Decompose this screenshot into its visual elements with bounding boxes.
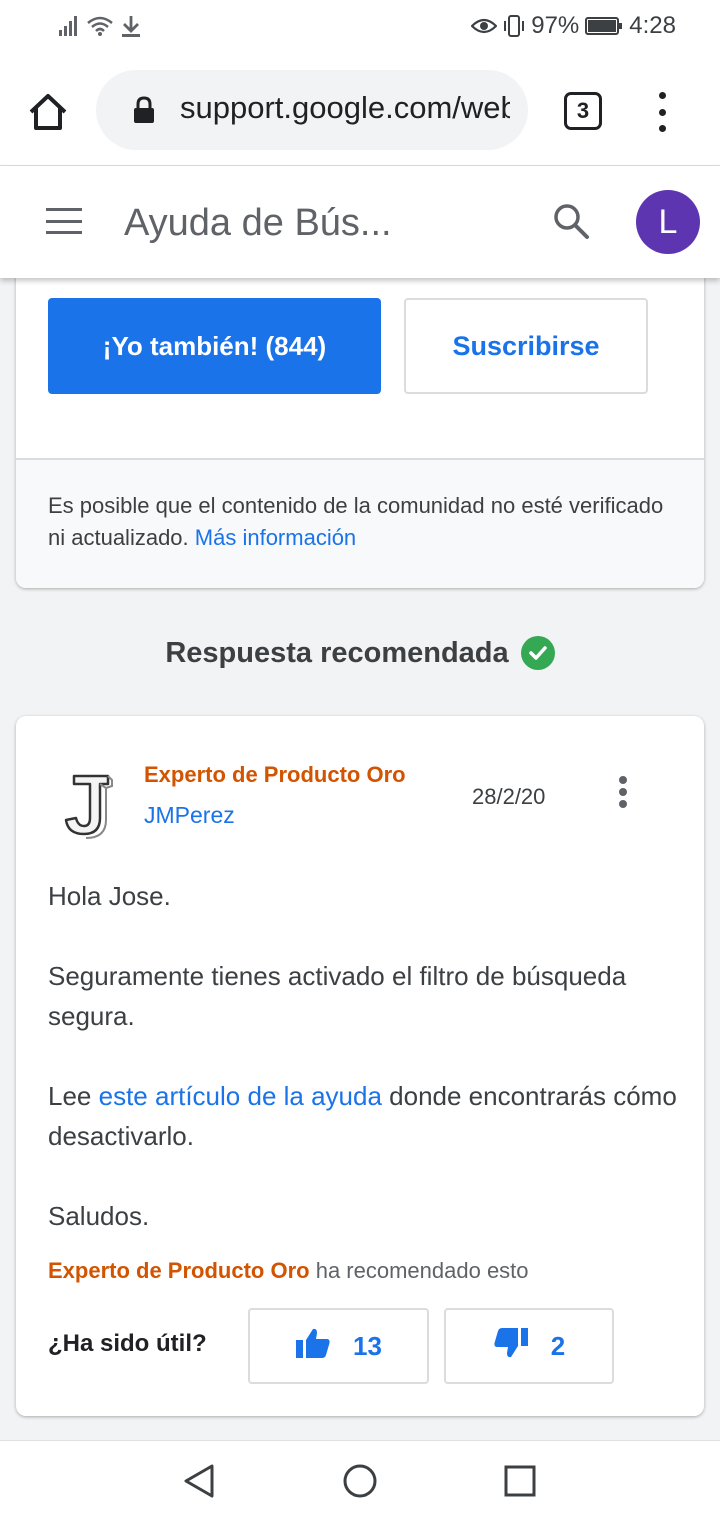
recommended-by-badge: Experto de Producto Oro xyxy=(48,1258,310,1283)
search-icon[interactable] xyxy=(552,202,590,245)
tab-switcher-button[interactable]: 3 xyxy=(564,92,602,130)
url-bar[interactable]: support.google.com/web xyxy=(96,70,528,150)
home-nav-icon[interactable] xyxy=(342,1463,378,1499)
status-bar: 97% 4:28 xyxy=(0,0,720,56)
thumbs-down-count: 2 xyxy=(550,1330,566,1361)
lock-icon xyxy=(132,96,156,129)
question-card: ¡Yo también! (844) Suscribirse Es posibl… xyxy=(16,270,704,588)
answer-closing: Saludos. xyxy=(48,1201,150,1231)
answer-card: Experto de Producto Oro JMPerez 28/2/20 … xyxy=(16,716,704,1416)
recommended-answer-title: Respuesta recomendada xyxy=(165,636,509,669)
vibrate-icon xyxy=(503,14,525,38)
thumbs-up-icon xyxy=(295,1327,331,1366)
recommended-by-line: Experto de Producto Oro ha recomendado e… xyxy=(48,1258,529,1283)
post-date: 28/2/20 xyxy=(472,784,546,809)
answer-paragraph: Seguramente tienes activado el filtro de… xyxy=(48,961,627,1031)
system-nav-bar xyxy=(0,1440,720,1520)
browser-toolbar: support.google.com/web 3 xyxy=(0,56,720,166)
battery-percentage: 97% xyxy=(531,12,580,39)
help-article-link[interactable]: este artículo de la ayuda xyxy=(99,1081,382,1111)
community-disclaimer: Es posible que el contenido de la comuni… xyxy=(16,458,704,588)
thumbs-down-icon xyxy=(493,1327,529,1366)
author-avatar[interactable] xyxy=(60,772,116,840)
answer-paragraph: Lee este artículo de la ayuda donde enco… xyxy=(48,1081,677,1151)
answer-greeting: Hola Jose. xyxy=(48,881,171,911)
menu-icon[interactable] xyxy=(46,208,82,234)
site-header: Ayuda de Bús... L xyxy=(0,166,720,278)
check-circle-icon xyxy=(520,636,555,670)
was-helpful-label: ¿Ha sido útil? xyxy=(48,1330,207,1357)
expert-badge: Experto de Producto Oro xyxy=(144,762,406,787)
clock: 4:28 xyxy=(629,12,676,39)
author-name-link[interactable]: JMPerez xyxy=(144,802,235,829)
me-too-button[interactable]: ¡Yo también! (844) xyxy=(48,298,381,394)
battery-icon xyxy=(585,16,623,36)
thumbs-up-button[interactable]: 13 xyxy=(248,1308,429,1384)
wifi-icon xyxy=(86,15,114,37)
eye-icon xyxy=(471,16,498,36)
subscribe-button[interactable]: Suscribirse xyxy=(404,298,648,394)
more-info-link[interactable]: Más información xyxy=(195,525,356,550)
download-icon xyxy=(120,14,142,38)
recents-icon[interactable] xyxy=(502,1463,538,1499)
signal-icon xyxy=(58,15,80,37)
home-icon[interactable] xyxy=(26,90,70,134)
browser-menu-icon[interactable] xyxy=(652,92,672,132)
thumbs-down-button[interactable]: 2 xyxy=(444,1308,614,1384)
back-icon[interactable] xyxy=(182,1463,218,1499)
account-avatar[interactable]: L xyxy=(636,190,700,254)
more-options-icon[interactable] xyxy=(616,776,630,808)
recommended-answer-heading: Respuesta recomendada xyxy=(0,636,720,670)
url-text: support.google.com/web xyxy=(180,90,510,125)
thumbs-up-count: 13 xyxy=(353,1330,382,1361)
page-title: Ayuda de Bús... xyxy=(124,202,392,244)
